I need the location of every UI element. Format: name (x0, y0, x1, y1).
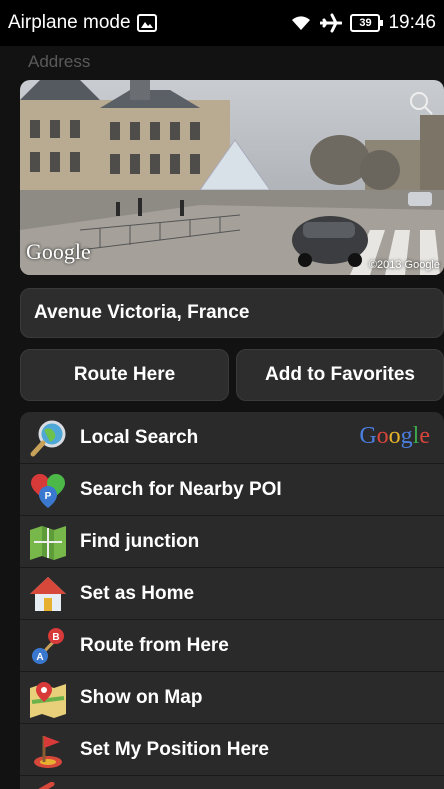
menu-item-find-junction[interactable]: Find junction (20, 516, 444, 568)
menu-label: Find junction (80, 530, 200, 552)
add-to-favorites-button[interactable]: Add to Favorites (236, 349, 444, 401)
svg-text:B: B (52, 632, 59, 643)
magnifier-globe-icon (28, 418, 68, 458)
menu-item-nearby-poi[interactable]: P Search for Nearby POI (20, 464, 444, 516)
menu-label: Local Search (80, 426, 199, 448)
action-menu: Local Search Google P Search for Nearby … (20, 412, 444, 789)
copyright-text: ©2013 Google (368, 259, 440, 271)
home-icon (28, 574, 68, 614)
menu-item-route-from-here[interactable]: B A Route from Here (20, 620, 444, 672)
route-here-button[interactable]: Route Here (20, 349, 229, 401)
menu-item-partial[interactable] (20, 776, 444, 789)
street-view-image[interactable]: Google ©2013 Google (20, 80, 444, 275)
status-bar: Airplane mode 39 19:46 (0, 0, 444, 46)
route-ab-icon: B A (28, 626, 68, 666)
menu-label: Show on Map (80, 686, 203, 708)
airplane-mode-label: Airplane mode (8, 12, 131, 33)
menu-item-local-search[interactable]: Local Search Google (20, 412, 444, 464)
map-pin-icon (28, 678, 68, 718)
svg-text:A: A (36, 652, 43, 663)
menu-label: Set My Position Here (80, 738, 269, 760)
menu-label: Route from Here (80, 634, 229, 656)
svg-text:P: P (45, 491, 52, 502)
google-watermark: Google (26, 239, 91, 264)
status-right: 39 19:46 (290, 12, 436, 34)
menu-label: Set as Home (80, 582, 195, 604)
folded-map-icon (28, 522, 68, 562)
address-section-label: Address (28, 52, 91, 71)
menu-item-set-home[interactable]: Set as Home (20, 568, 444, 620)
menu-item-set-position[interactable]: Set My Position Here (20, 724, 444, 776)
google-logo: Google (359, 423, 430, 449)
poi-pins-icon: P (28, 470, 68, 510)
address-field[interactable]: Avenue Victoria, France (20, 288, 444, 338)
menu-item-show-on-map[interactable]: Show on Map (20, 672, 444, 724)
status-left: Airplane mode (8, 12, 157, 34)
menu-label: Search for Nearby POI (80, 478, 282, 500)
battery-icon: 39 (350, 14, 384, 32)
airplane-icon (320, 13, 343, 33)
pencil-icon (28, 781, 68, 789)
zoom-search-icon[interactable] (408, 90, 434, 116)
clock: 19:46 (388, 12, 436, 33)
wifi-icon (290, 14, 312, 32)
position-flag-icon (28, 730, 68, 770)
image-notification-icon (136, 14, 157, 32)
